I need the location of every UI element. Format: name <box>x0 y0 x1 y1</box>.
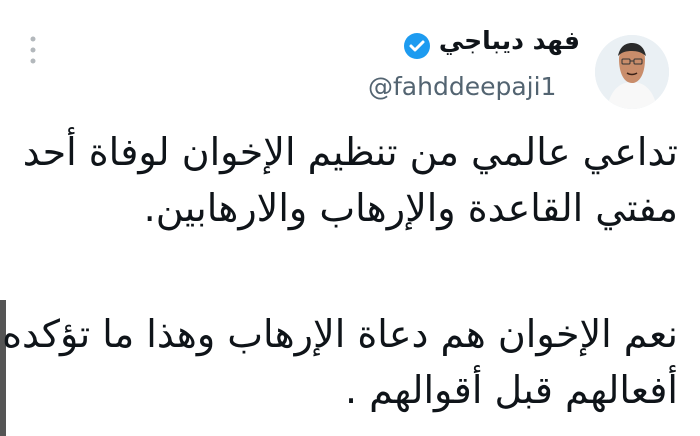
tweet-text-line: أفعالهم قبل أقوالهم . <box>344 368 678 412</box>
avatar[interactable] <box>595 35 669 109</box>
profile-photo <box>595 35 669 109</box>
tweet-text-line: تداعي عالمي من تنظيم الإخوان لوفاة أحد <box>22 130 678 174</box>
tweet-card: فهد ديباجي @fahddeepaji1 تداعي عالمي من … <box>0 0 700 436</box>
verified-badge-icon <box>404 33 430 59</box>
tweet-text-line: مفتي القاعدة والإرهاب والارهابين. <box>143 186 678 230</box>
tweet-text-line: نعم الإخوان هم دعاة الإرهاب وهذا ما تؤكد… <box>2 312 678 356</box>
user-handle[interactable]: @fahddeepaji1 <box>368 72 556 101</box>
display-name[interactable]: فهد ديباجي <box>439 26 580 55</box>
more-vertical-icon[interactable] <box>27 34 39 66</box>
